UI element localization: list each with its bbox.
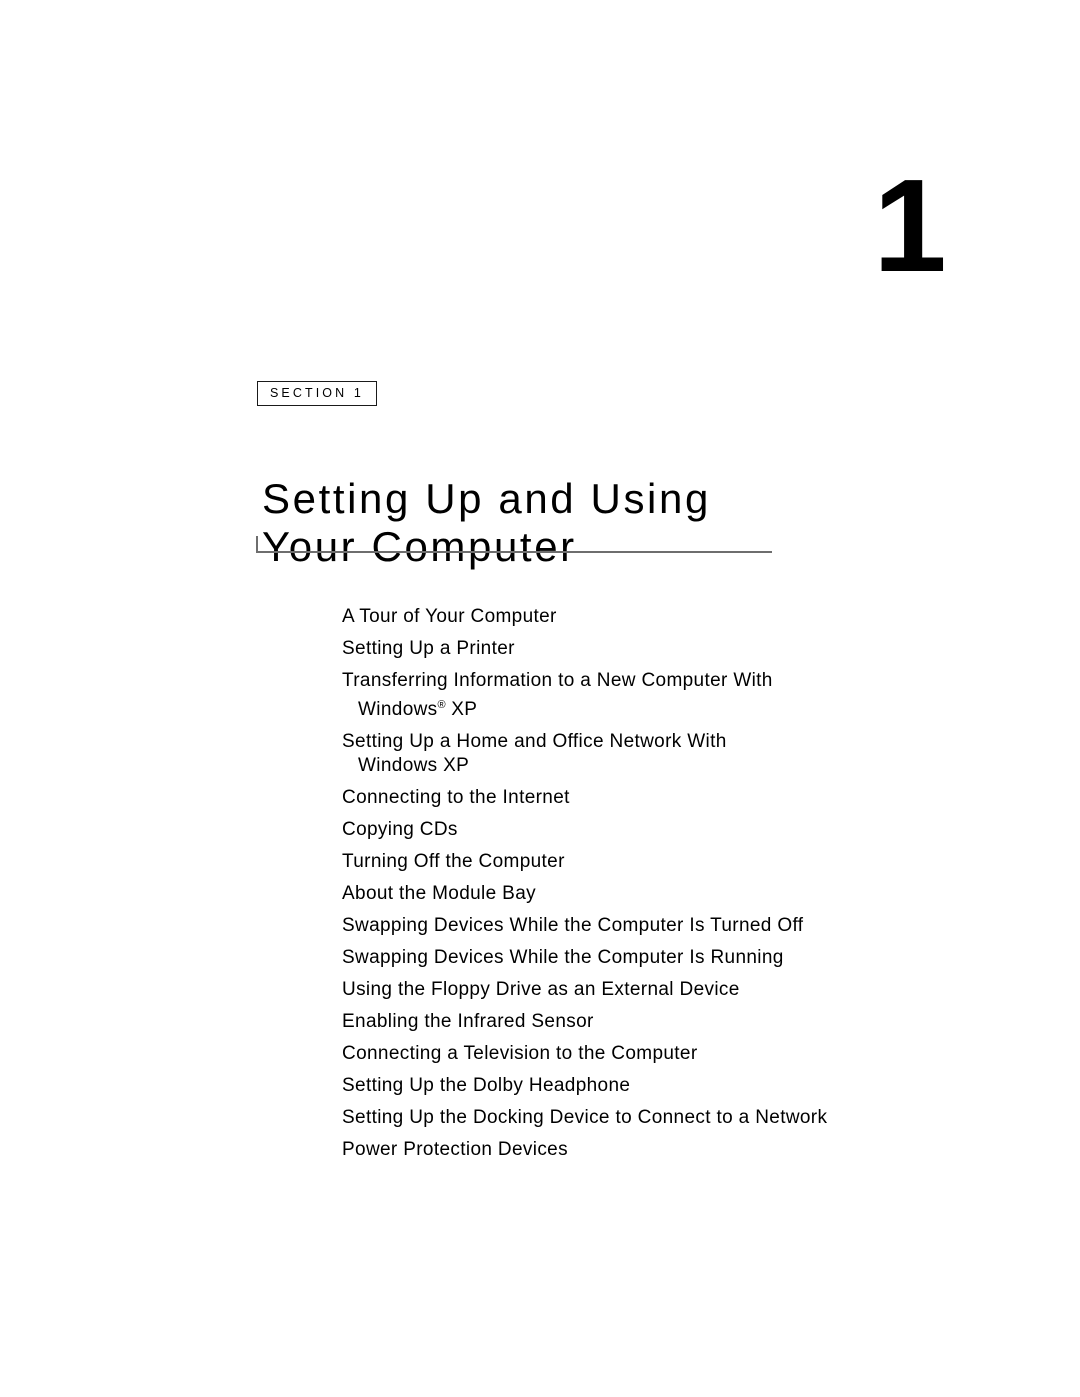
- title-rule: [256, 551, 772, 553]
- chapter-number: 1: [873, 152, 947, 299]
- contents-item-continuation: Windows XP: [358, 755, 470, 776]
- contents-item[interactable]: About the Module Bay: [342, 882, 862, 906]
- contents-list: A Tour of Your Computer Setting Up a Prin…: [342, 605, 862, 1170]
- contents-item[interactable]: Using the Floppy Drive as an External De…: [342, 978, 862, 1002]
- contents-item-label: Swapping Devices While the Computer Is T…: [342, 915, 804, 936]
- contents-item[interactable]: Swapping Devices While the Computer Is R…: [342, 946, 862, 970]
- contents-item[interactable]: Enabling the Infrared Sensor: [342, 1010, 862, 1034]
- contents-item[interactable]: Setting Up the Dolby Headphone: [342, 1074, 862, 1098]
- contents-item-label: Enabling the Infrared Sensor: [342, 1011, 594, 1032]
- contents-item-label: Swapping Devices While the Computer Is R…: [342, 947, 784, 968]
- contents-item[interactable]: A Tour of Your Computer: [342, 605, 862, 629]
- contents-item-continuation: Windows® XP: [358, 699, 478, 720]
- contents-item-label: Connecting a Television to the Computer: [342, 1043, 698, 1064]
- contents-item[interactable]: Turning Off the Computer: [342, 850, 862, 874]
- contents-item[interactable]: Transferring Information to a New Comput…: [342, 669, 862, 722]
- contents-item-label: Setting Up the Dolby Headphone: [342, 1075, 631, 1096]
- contents-item-label: Copying CDs: [342, 819, 458, 840]
- contents-item[interactable]: Power Protection Devices: [342, 1138, 862, 1162]
- contents-item-label: About the Module Bay: [342, 883, 536, 904]
- contents-item-label: Setting Up a Home and Office Network Wit…: [342, 731, 727, 752]
- page-title: Setting Up and Using Your Computer: [262, 475, 711, 571]
- contents-item-label: Setting Up the Docking Device to Connect…: [342, 1107, 828, 1128]
- contents-item-label: Connecting to the Internet: [342, 787, 570, 808]
- contents-item[interactable]: Setting Up a Printer: [342, 637, 862, 661]
- contents-item[interactable]: Connecting to the Internet: [342, 786, 862, 810]
- section-badge-label: SECTION 1: [270, 386, 364, 401]
- contents-item-label: Power Protection Devices: [342, 1139, 568, 1160]
- contents-item-label: Setting Up a Printer: [342, 638, 515, 659]
- contents-item[interactable]: Connecting a Television to the Computer: [342, 1042, 862, 1066]
- contents-item[interactable]: Setting Up the Docking Device to Connect…: [342, 1106, 862, 1130]
- registered-trademark-icon: ®: [437, 699, 446, 711]
- contents-item-label: Transferring Information to a New Comput…: [342, 670, 773, 691]
- contents-item-label: Using the Floppy Drive as an External De…: [342, 979, 740, 1000]
- contents-item-label: Turning Off the Computer: [342, 851, 565, 872]
- contents-item[interactable]: Copying CDs: [342, 818, 862, 842]
- contents-item[interactable]: Setting Up a Home and Office Network Wit…: [342, 730, 862, 778]
- contents-item-label: A Tour of Your Computer: [342, 606, 557, 627]
- section-badge: SECTION 1: [257, 381, 377, 406]
- contents-item[interactable]: Swapping Devices While the Computer Is T…: [342, 914, 862, 938]
